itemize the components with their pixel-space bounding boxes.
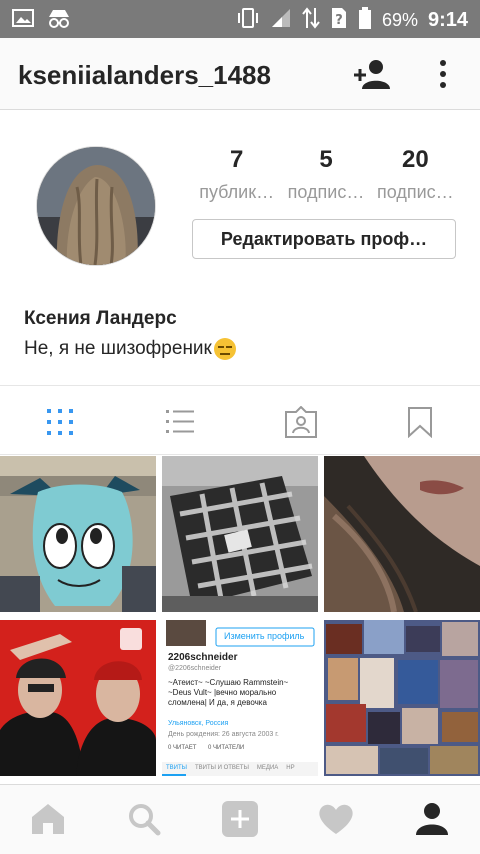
stat-followers-count: 5 (319, 146, 333, 173)
screenshot-tab: ТВИТЫ (166, 765, 187, 771)
photo-grid: Изменить профиль 2206schneider @2206schn… (0, 456, 480, 782)
stat-following-label: подпис… (376, 182, 454, 202)
grid-post-two-men-red-background[interactable] (0, 620, 156, 776)
screenshot-location: Ульяновск, Россия (168, 720, 229, 727)
profile-bio-text: Не, я не шизофреник (24, 338, 212, 359)
grid-post-cartoon-robot-girl[interactable] (0, 456, 156, 612)
screenshot-tabs: ТВИТЫ ТВИТЫ И ОТВЕТЫ МЕДИА НР (166, 765, 295, 771)
activity-heart-icon[interactable] (316, 801, 356, 837)
battery-icon (358, 6, 372, 35)
screenshot-tab: НР (286, 765, 295, 771)
bottom-navigation (0, 784, 480, 854)
status-bar: ? 69% 9:14 (0, 0, 480, 38)
screenshot-tab: ТВИТЫ И ОТВЕТЫ (194, 765, 249, 771)
expressionless-emoji-icon (213, 338, 236, 360)
more-vertical-icon[interactable] (428, 56, 458, 92)
stat-followers[interactable]: 5 подпис… (281, 146, 370, 206)
saved-icon[interactable] (406, 406, 438, 439)
screenshot-following: 0 ЧИТАЕТ (168, 745, 197, 751)
battery-percent: 69% (381, 10, 418, 30)
grid-post-profile-screenshot[interactable]: Изменить профиль 2206schneider @2206schn… (162, 620, 318, 776)
grid-icon[interactable] (44, 406, 76, 438)
list-icon[interactable] (164, 406, 196, 438)
profile-icon[interactable] (412, 801, 452, 837)
vibrate-icon (236, 7, 260, 34)
stat-following-count: 20 (401, 146, 429, 173)
stat-following[interactable]: 20 подпис… (371, 146, 460, 206)
home-icon[interactable] (28, 801, 68, 837)
profile-full-name: Ксения Ландерс (24, 308, 177, 329)
grid-post-plaid-blanket-chair[interactable] (162, 456, 318, 612)
stat-followers-label: подпис… (287, 182, 365, 202)
grid-post-poster-collage[interactable] (324, 620, 480, 776)
image-icon (12, 8, 34, 35)
add-post-icon[interactable] (220, 801, 260, 837)
grid-post-portrait-lips-hair[interactable] (324, 456, 480, 612)
screenshot-username: 2206schneider (168, 652, 238, 663)
stat-posts-count: 7 (229, 146, 244, 173)
stat-posts[interactable]: 7 публик… (192, 146, 281, 206)
screenshot-handle: @2206schneider (168, 665, 222, 672)
sim-unknown-icon: ? (330, 6, 348, 35)
edit-profile-button[interactable]: Редактировать проф… (192, 219, 456, 259)
screenshot-tab: МЕДИА (256, 765, 279, 771)
clock: 9:14 (427, 9, 468, 31)
stat-posts-label: публик… (199, 182, 275, 202)
profile-section: 7 публик… 5 подпис… 20 подпис… Редактиро… (0, 110, 480, 385)
screenshot-edit-button-text: Изменить профиль (224, 631, 305, 641)
screenshot-bio: ~Атеист~ ~Слушаю Rammstein~ ~Deus Vult~ … (168, 678, 289, 707)
avatar[interactable] (36, 146, 156, 266)
tagged-icon[interactable] (284, 405, 317, 438)
add-user-icon[interactable] (352, 58, 392, 92)
profile-stats: 7 публик… 5 подпис… 20 подпис… (192, 146, 460, 206)
svg-text:?: ? (335, 13, 343, 28)
screenshot-followers: 0 ЧИТАТЕЛИ (208, 745, 245, 751)
search-icon[interactable] (124, 801, 164, 837)
profile-header: kseniialanders_1488 (0, 38, 480, 110)
profile-view-tabs (0, 385, 480, 455)
screenshot-birthday: День рождения: 26 августа 2003 г. (168, 731, 279, 738)
username-title: kseniialanders_1488 (18, 60, 271, 90)
profile-bio: Не, я не шизофреник (24, 338, 236, 360)
incognito-icon (46, 8, 72, 35)
signal-icon (270, 7, 292, 34)
data-arrows-icon (302, 6, 320, 35)
